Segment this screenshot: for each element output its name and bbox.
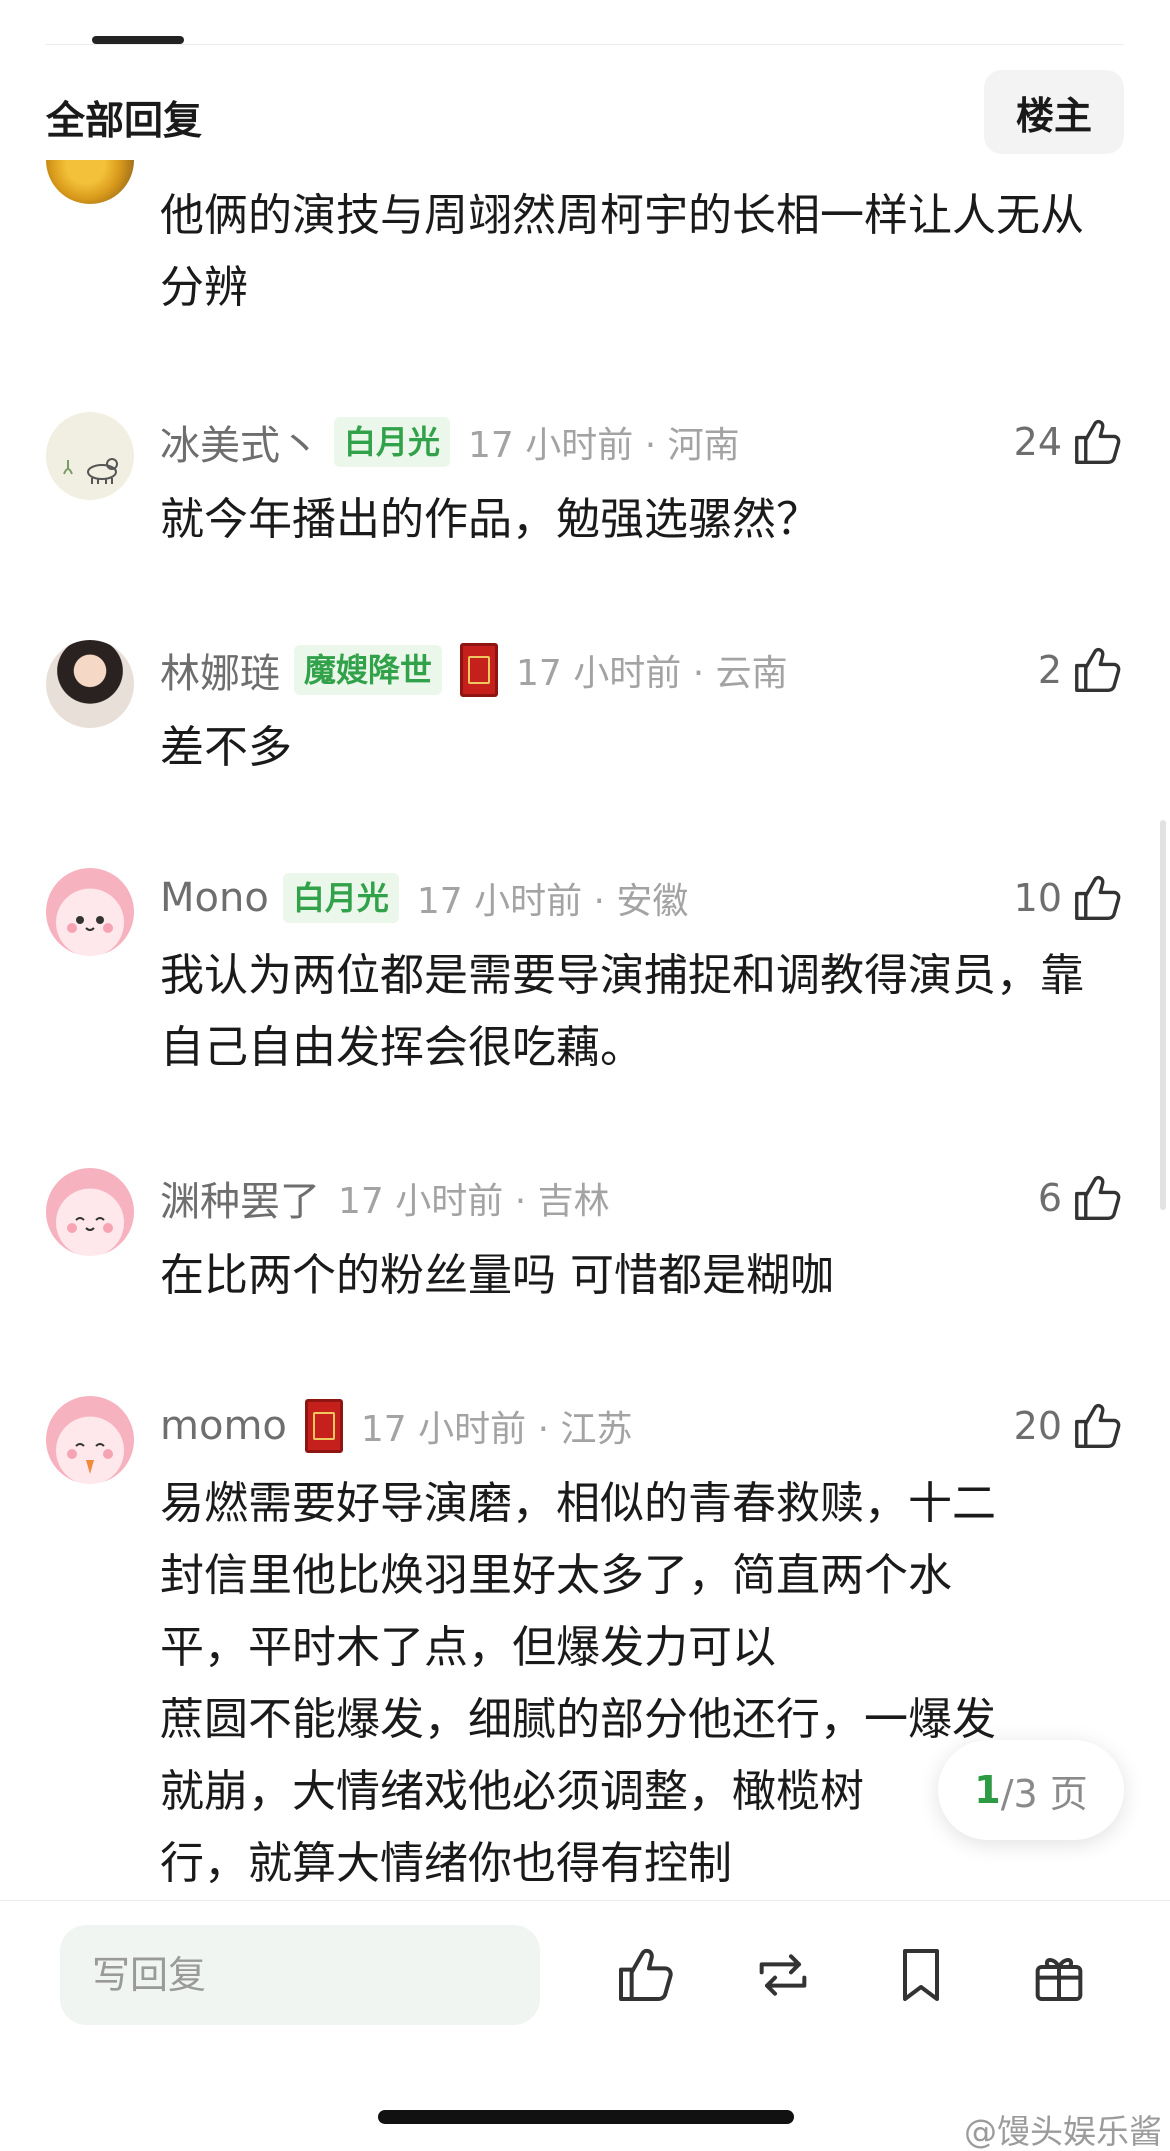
dog-sketch-icon	[63, 458, 118, 484]
fan-badge: 白月光	[334, 417, 451, 467]
bottom-divider	[0, 1900, 1170, 1901]
time-location: 17 小时前 · 吉林	[338, 1181, 610, 1222]
op-only-button[interactable]: 楼主	[984, 70, 1124, 154]
thumbs-up-icon	[1075, 1403, 1121, 1448]
avatar[interactable]	[46, 160, 134, 204]
repost-icon	[759, 1954, 807, 1996]
time-location: 17 小时前 · 江苏	[360, 1409, 633, 1450]
avatar[interactable]	[46, 1396, 134, 1484]
like-button[interactable]: 24	[1014, 412, 1124, 472]
gift-button[interactable]	[1024, 1940, 1094, 2010]
time-location: 17 小时前 · 河南	[468, 425, 740, 466]
cartoon-face-icon	[67, 1443, 113, 1474]
bookmark-icon	[903, 1949, 939, 2001]
time-location: 17 小时前 · 安徽	[416, 881, 689, 922]
fan-badge: 魔嫂降世	[294, 645, 443, 695]
like-count: 10	[1013, 876, 1062, 920]
like-count: 6	[1037, 1176, 1062, 1220]
time-location: 17 小时前 · 云南	[516, 653, 788, 694]
like-count: 20	[1013, 1404, 1062, 1448]
like-post-button[interactable]	[610, 1940, 680, 2010]
comment-text-line: 易燃需要好导演磨，相似的青春救赎，十二	[160, 1478, 996, 1529]
comment-text: 易燃需要好导演磨，相似的青春救赎，十二 封信里他比焕羽里好太多了，简直两个水 平…	[160, 1468, 1100, 1900]
comment-text: 他俩的演技与周翊然周柯宇的长相一样让人无从分辨	[160, 190, 1084, 313]
comment-meta: momo 17 小时前 · 江苏	[160, 1396, 632, 1456]
comment-text-line: 蔗圆不能爆发，细腻的部分他还行，一爆发	[160, 1694, 996, 1745]
cartoon-face-icon	[67, 916, 113, 933]
like-button[interactable]: 20	[1014, 1396, 1124, 1456]
comment-meta: 渊种罢了 17 小时前 · 吉林	[160, 1168, 610, 1228]
avatar[interactable]	[46, 1168, 134, 1256]
medal-icon	[460, 643, 499, 697]
comment-text: 我认为两位都是需要导演捕捉和调教得演员，靠自己自由发挥会很吃藕。	[160, 950, 1084, 1073]
username[interactable]: 渊种罢了	[160, 1169, 320, 1227]
username[interactable]: momo	[160, 1403, 287, 1449]
fan-badge: 白月光	[282, 873, 399, 923]
comment-text: 差不多	[160, 722, 292, 773]
current-page: 1	[974, 1768, 1001, 1812]
like-icon	[619, 1948, 673, 2001]
top-divider	[46, 44, 1124, 45]
comment-text-line: 行，就算大情绪你也得有控制	[160, 1838, 732, 1889]
comment-meta: Mono 白月光 17 小时前 · 安徽	[160, 868, 688, 928]
comment-text-line: 封信里他比焕羽里好太多了，简直两个水	[160, 1550, 952, 1601]
comment-meta: 林娜琏 魔嫂降世 17 小时前 · 云南	[160, 640, 788, 700]
total-pages: /3 页	[1000, 1771, 1088, 1816]
like-button[interactable]: 2	[1038, 640, 1124, 700]
like-button[interactable]: 6	[1038, 1168, 1124, 1228]
thumbs-up-icon	[1075, 647, 1121, 692]
avatar[interactable]	[46, 640, 134, 728]
repost-button[interactable]	[748, 1940, 818, 2010]
like-count: 24	[1013, 420, 1062, 464]
scrollbar[interactable]	[1160, 820, 1166, 1210]
bookmark-button[interactable]	[886, 1940, 956, 2010]
top-handle	[92, 36, 184, 44]
comment-text: 就今年播出的作品，勉强选骡然？	[160, 494, 820, 545]
avatar[interactable]	[46, 868, 134, 956]
avatar[interactable]	[46, 412, 134, 500]
reply-input[interactable]	[60, 1925, 540, 2025]
all-replies-title: 全部回复	[46, 99, 203, 144]
replies-header: 全部回复 楼主	[0, 70, 1170, 156]
gift-icon	[1035, 1958, 1083, 2001]
username[interactable]: Mono	[160, 875, 269, 921]
thumbs-up-icon	[1075, 1175, 1121, 1220]
comment-text-line: 平，平时木了点，但爆发力可以	[160, 1622, 776, 1673]
thumbs-up-icon	[1075, 419, 1121, 464]
page-indicator[interactable]: 1/3 页	[938, 1740, 1124, 1840]
like-count: 2	[1037, 648, 1062, 692]
home-indicator	[378, 2110, 794, 2124]
like-button[interactable]: 10	[1014, 868, 1124, 928]
medal-icon	[304, 1399, 343, 1453]
comment-text: 在比两个的粉丝量吗 可惜都是糊咖	[160, 1250, 834, 1301]
cartoon-face-icon	[67, 1217, 113, 1233]
watermark: @馒头娱乐酱	[964, 2112, 1162, 2151]
username[interactable]: 林娜琏	[160, 641, 280, 699]
comment-meta: 冰美式丶 白月光 17 小时前 · 河南	[160, 412, 740, 472]
username[interactable]: 冰美式丶	[160, 413, 320, 471]
thumbs-up-icon	[1075, 875, 1121, 920]
